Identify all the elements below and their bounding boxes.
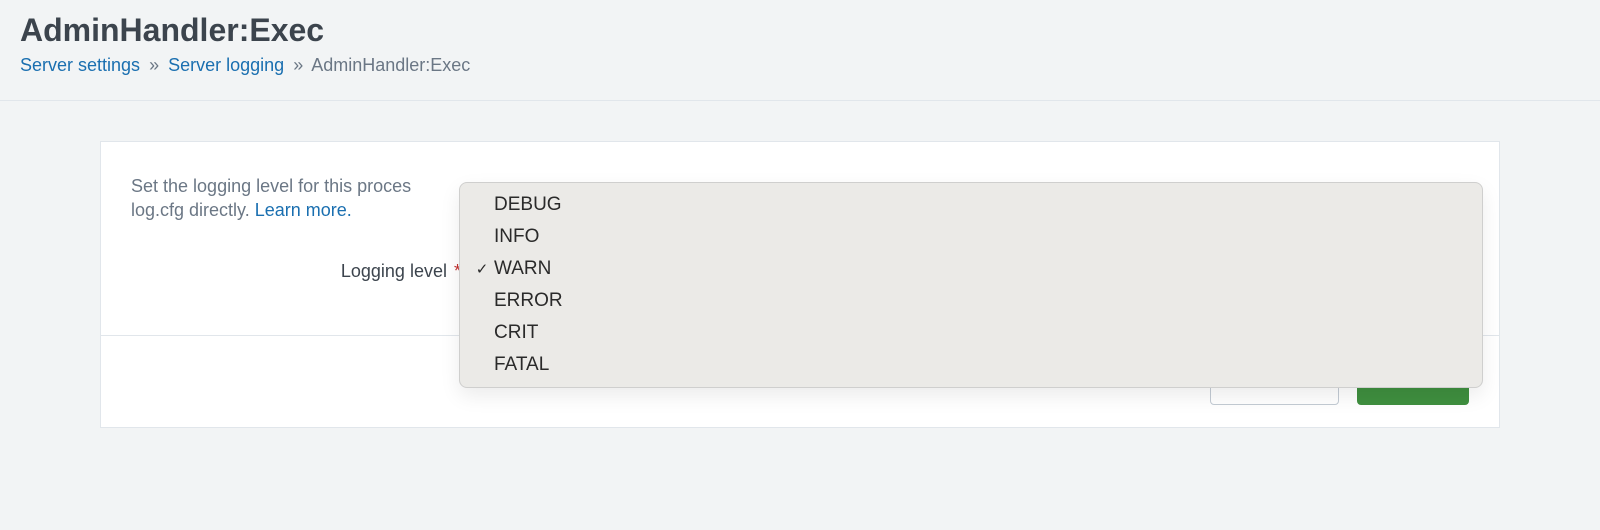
breadcrumb-separator: »: [293, 55, 303, 75]
breadcrumb: Server settings » Server logging » Admin…: [20, 55, 1580, 76]
option-label: DEBUG: [494, 194, 562, 216]
checkmark-icon: ✓: [470, 260, 494, 278]
label-text: Logging level: [341, 261, 447, 281]
page-title: AdminHandler:Exec: [20, 12, 1580, 49]
page-header: AdminHandler:Exec Server settings » Serv…: [0, 0, 1600, 101]
dropdown-option-error[interactable]: ERROR: [460, 285, 1482, 317]
option-label: ERROR: [494, 290, 563, 312]
dropdown-option-warn[interactable]: ✓ WARN: [460, 253, 1482, 285]
option-label: FATAL: [494, 354, 549, 376]
option-label: CRIT: [494, 322, 538, 344]
option-label: INFO: [494, 226, 539, 248]
breadcrumb-link-server-settings[interactable]: Server settings: [20, 55, 140, 75]
learn-more-link[interactable]: Learn more.: [255, 200, 352, 220]
dropdown-option-fatal[interactable]: FATAL: [460, 349, 1482, 381]
desc-line2-prefix: log.cfg directly.: [131, 200, 255, 220]
option-label: WARN: [494, 258, 551, 280]
dropdown-option-crit[interactable]: CRIT: [460, 317, 1482, 349]
logging-level-dropdown[interactable]: DEBUG INFO ✓ WARN ERROR CRIT FATAL: [459, 182, 1483, 388]
dropdown-option-info[interactable]: INFO: [460, 221, 1482, 253]
breadcrumb-current: AdminHandler:Exec: [311, 55, 470, 75]
desc-line1: Set the logging level for this proces: [131, 176, 411, 196]
dropdown-option-debug[interactable]: DEBUG: [460, 189, 1482, 221]
breadcrumb-separator: »: [149, 55, 159, 75]
logging-level-label: Logging level *: [131, 261, 461, 282]
breadcrumb-link-server-logging[interactable]: Server logging: [168, 55, 284, 75]
